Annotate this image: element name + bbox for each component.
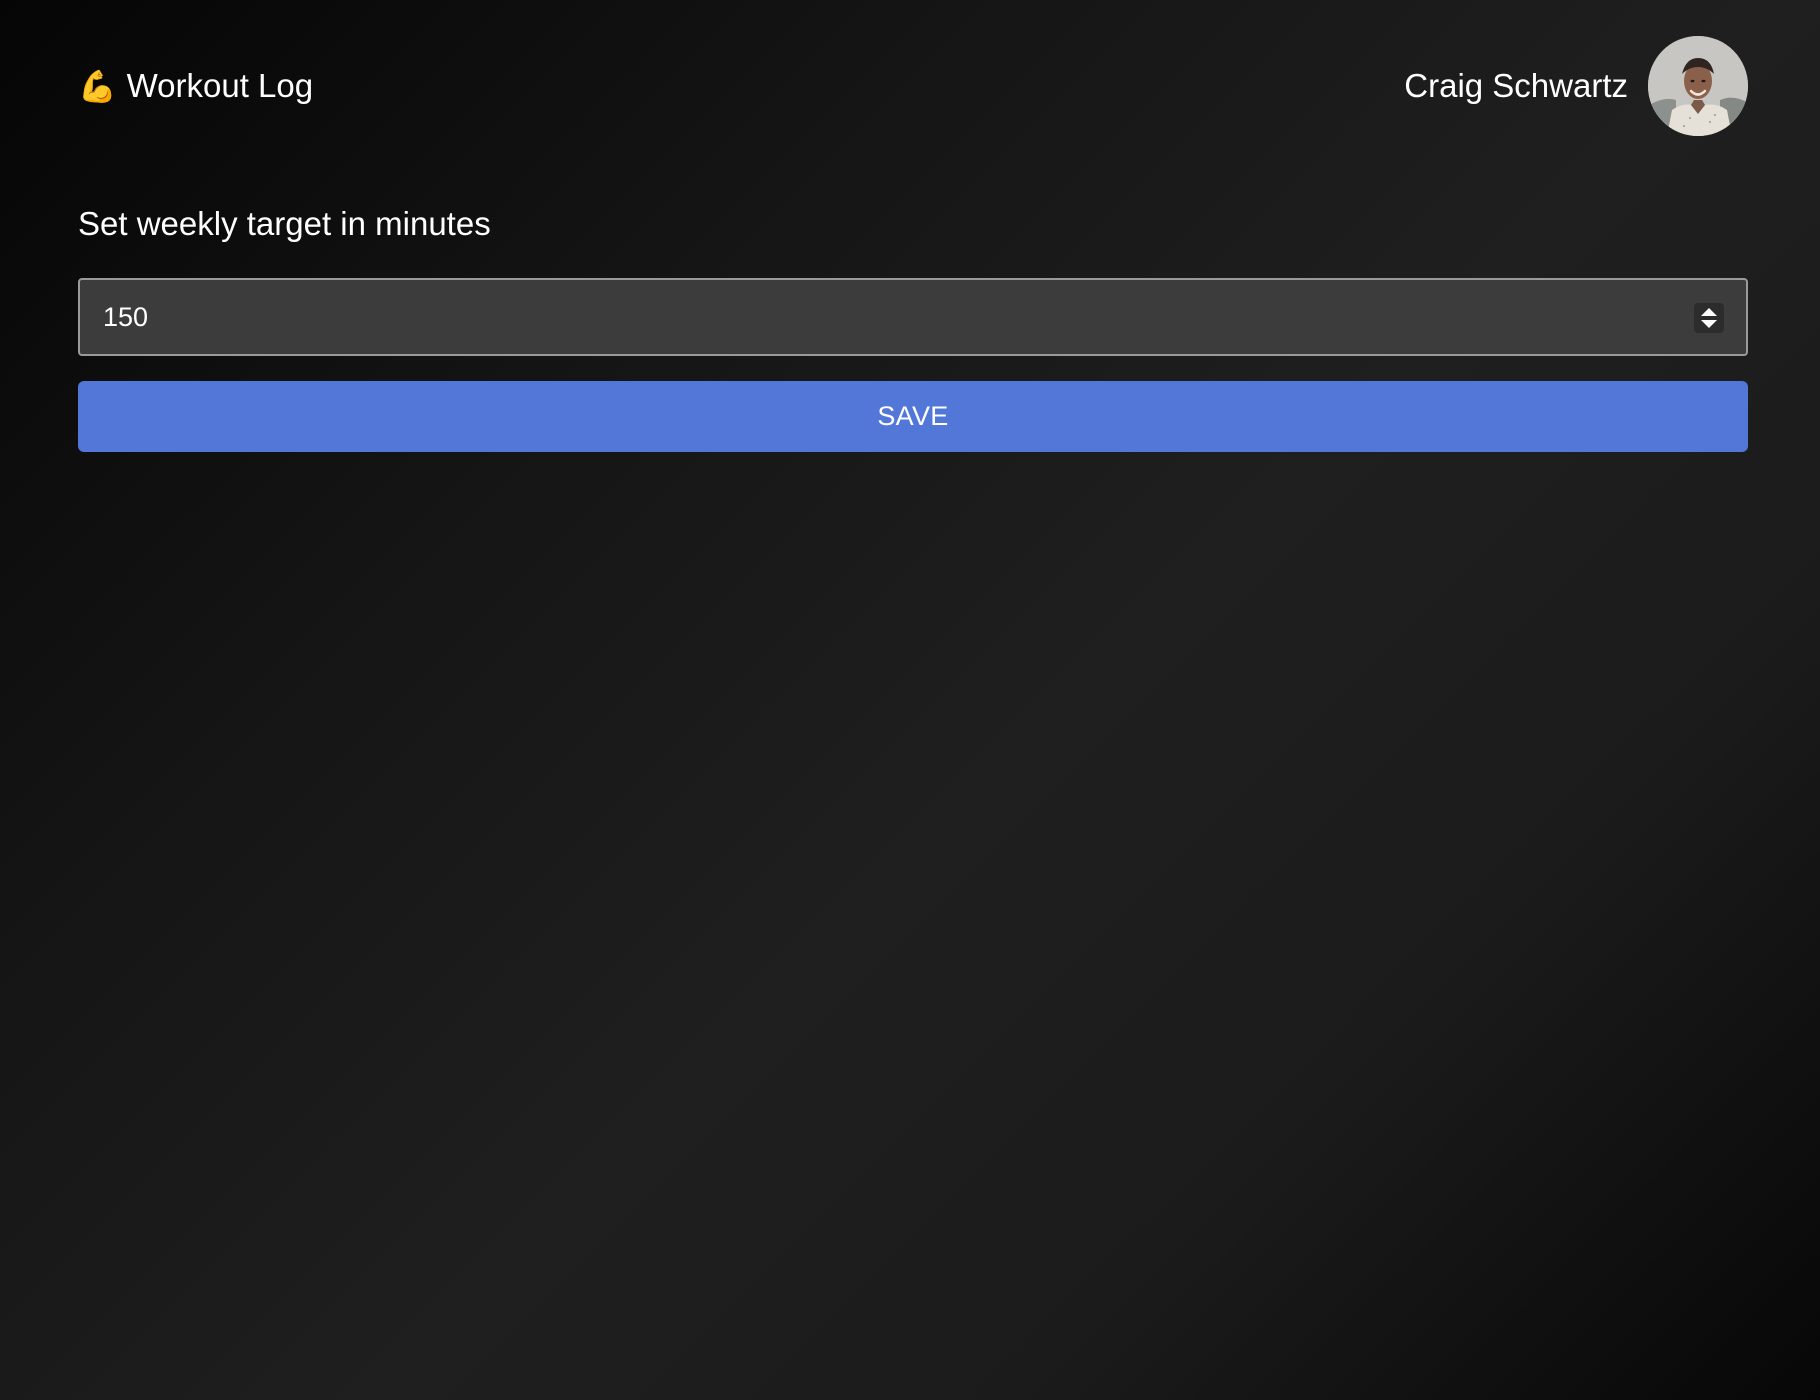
flexed-biceps-icon: 💪 bbox=[78, 68, 117, 104]
app-brand: 💪 Workout Log bbox=[78, 67, 313, 105]
weekly-target-input[interactable] bbox=[80, 280, 1746, 354]
stepper-down-icon[interactable] bbox=[1701, 320, 1717, 328]
weekly-target-label: Set weekly target in minutes bbox=[78, 205, 491, 242]
avatar-photo-icon bbox=[1648, 36, 1748, 136]
number-stepper[interactable] bbox=[1694, 303, 1724, 333]
user-avatar[interactable] bbox=[1648, 36, 1748, 136]
app-title: Workout Log bbox=[126, 67, 314, 104]
app-header: 💪 Workout Log Craig Schwartz bbox=[78, 36, 1748, 136]
save-button[interactable]: SAVE bbox=[78, 381, 1748, 452]
user-name: Craig Schwartz bbox=[1404, 67, 1628, 104]
user-profile: Craig Schwartz bbox=[1404, 36, 1748, 136]
stepper-up-icon[interactable] bbox=[1701, 308, 1717, 316]
weekly-target-field bbox=[78, 278, 1748, 356]
